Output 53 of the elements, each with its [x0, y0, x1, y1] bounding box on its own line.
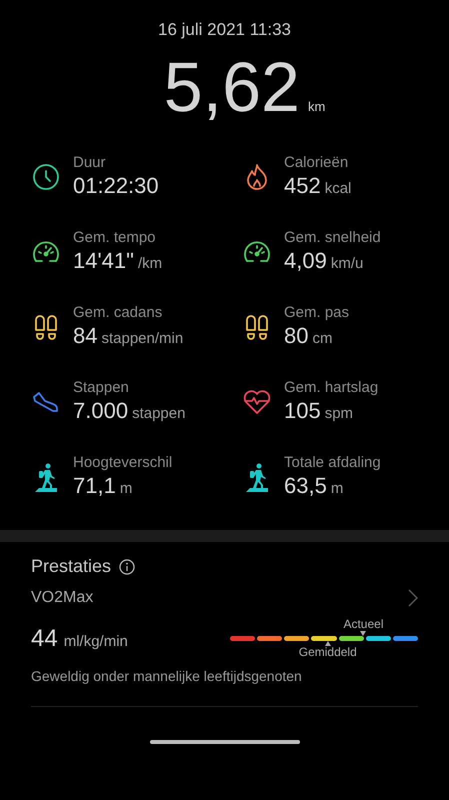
stat-unit: stappen/min [101, 330, 184, 347]
stat-label: Stappen [73, 379, 130, 397]
stat-label: Calorieën [284, 154, 350, 172]
footprints-icon [244, 313, 270, 341]
down-triangle-icon [360, 631, 366, 636]
metric-name: VO2Max [31, 589, 94, 607]
stat-unit: m [330, 480, 344, 497]
vo2max-value: 44 [31, 624, 58, 652]
stat-value: 01:22:30 [73, 172, 159, 200]
clock-icon [32, 163, 60, 191]
average-label: Gemiddeld [298, 646, 357, 659]
speedometer-icon [242, 239, 272, 265]
rating-text: Geweldig onder mannelijke leeftijdsgenoten [31, 668, 303, 684]
speedometer-icon [31, 239, 61, 265]
info-icon[interactable] [119, 558, 136, 574]
stat-unit: /km [138, 255, 162, 272]
hiker-icon [244, 462, 270, 492]
workout-date: 16 juli 2021 11:33 [158, 20, 291, 40]
flame-icon [244, 163, 270, 191]
stat-label: Gem. pas [284, 304, 350, 322]
stat-unit: kcal [324, 180, 352, 197]
heart-rate-icon [242, 389, 272, 415]
stat-unit: cm [312, 330, 332, 347]
stat-unit: stappen [132, 405, 186, 422]
stat-value: 7.000 [73, 397, 128, 425]
stat-value: 84 [73, 322, 98, 350]
stat-value: 14'41" [73, 247, 134, 275]
stat-value: 80 [284, 322, 308, 350]
stat-value: 63,5 [284, 472, 327, 500]
stat-label: Totale afdaling [284, 454, 381, 472]
current-label: Actueel [343, 618, 384, 631]
footprints-icon [33, 313, 59, 341]
stat-label: Gem. tempo [73, 229, 157, 247]
stat-value: 105 [284, 397, 321, 425]
stat-value: 4,09 [284, 247, 327, 275]
distance-unit: km [308, 99, 326, 114]
chevron-right-icon[interactable] [408, 589, 418, 607]
stat-unit: spm [324, 405, 354, 422]
section-title: Prestaties [31, 556, 112, 577]
stat-label: Gem. cadans [73, 304, 164, 322]
stat-label: Gem. snelheid [284, 229, 381, 247]
hiker-icon [33, 462, 59, 492]
stat-label: Duur [73, 154, 107, 172]
stat-value: 452 [284, 172, 321, 200]
stat-unit: km/u [330, 255, 364, 272]
stat-label: Gem. hartslag [284, 379, 378, 397]
vo2max-unit: ml/kg/min [64, 632, 128, 650]
stat-value: 71,1 [73, 472, 116, 500]
distance-value: 5,62 [164, 52, 300, 122]
up-triangle-icon [324, 641, 331, 646]
stat-unit: m [120, 480, 132, 497]
stat-label: Hoogteverschil [73, 454, 172, 472]
shoe-icon [32, 390, 60, 414]
